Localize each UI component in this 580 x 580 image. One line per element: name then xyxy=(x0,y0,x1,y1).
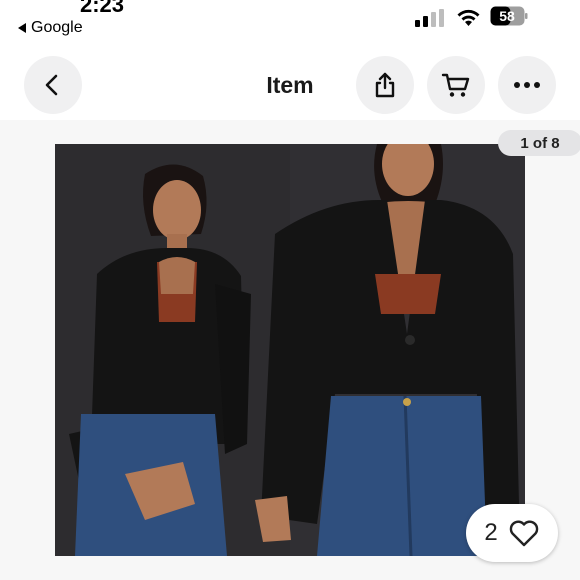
share-icon xyxy=(375,72,395,98)
cellular-signal-icon xyxy=(415,9,444,27)
page-title: Item xyxy=(266,72,314,98)
like-button[interactable]: 2 xyxy=(466,504,558,562)
more-icon xyxy=(514,82,540,88)
heart-icon xyxy=(509,520,538,547)
like-count: 2 xyxy=(484,519,498,546)
nav-header: Item xyxy=(0,50,580,120)
back-triangle-icon xyxy=(18,23,26,33)
cart-button[interactable] xyxy=(427,56,485,114)
product-photo[interactable] xyxy=(55,144,525,556)
chevron-left-icon xyxy=(45,74,58,96)
status-time: 2:23 xyxy=(80,0,125,17)
back-app-label: Google xyxy=(31,19,83,36)
battery-level: 58 xyxy=(499,8,515,24)
product-photo-illustration xyxy=(55,144,525,556)
back-button[interactable] xyxy=(24,56,82,114)
more-options-button[interactable] xyxy=(498,56,556,114)
wifi-icon xyxy=(457,9,480,26)
cart-icon xyxy=(441,73,470,97)
image-counter: 1 of 8 xyxy=(498,130,580,156)
battery-icon: 58 xyxy=(490,6,528,26)
back-to-app-link[interactable]: Google xyxy=(18,19,83,37)
share-button[interactable] xyxy=(356,56,414,114)
image-gallery[interactable]: 1 of 8 2 xyxy=(0,120,580,580)
status-bar: 2:23 Google 58 xyxy=(0,0,580,44)
screen: 2:23 Google 58 Item 1 of 8 2 xyxy=(0,0,580,580)
